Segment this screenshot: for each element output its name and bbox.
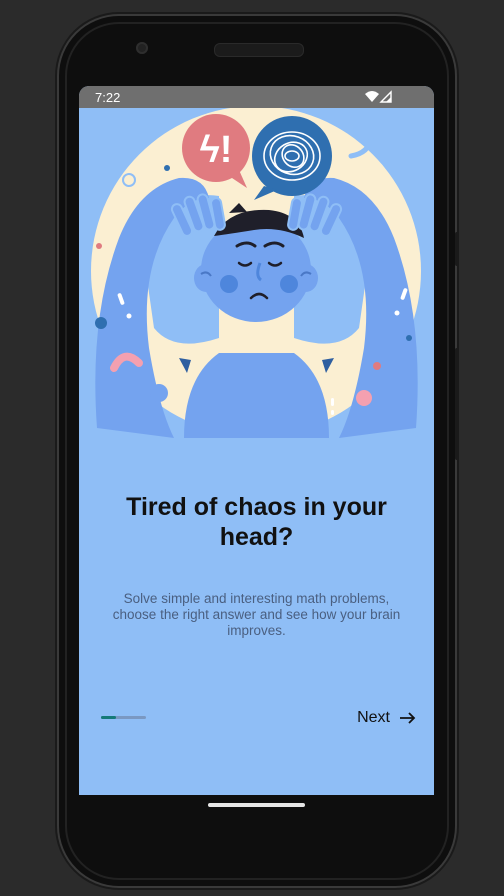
- volume-button: [455, 348, 459, 460]
- body: [184, 353, 329, 438]
- stressed-person-illustration: ϟ!: [79, 108, 434, 458]
- progress-indicator-fill: [101, 716, 116, 719]
- onboarding-progress-indicator: [101, 716, 146, 719]
- onboarding-title: Tired of chaos in your head?: [126, 493, 387, 551]
- svg-text:ϟ!: ϟ!: [200, 129, 233, 171]
- home-indicator[interactable]: [208, 803, 305, 807]
- app-screen: 7:22 ϟ! Tired of chaos in your head? Sol…: [79, 86, 434, 795]
- status-bar: 7:22: [79, 86, 434, 108]
- next-button-label: Next: [357, 709, 390, 726]
- arrow-right-icon: [400, 712, 416, 724]
- next-button[interactable]: Next: [357, 706, 416, 730]
- front-camera: [136, 42, 148, 54]
- status-time: 7:22: [95, 90, 121, 105]
- earpiece-speaker: [214, 43, 304, 57]
- wifi-icon: [365, 91, 379, 102]
- device-frame-background: 7:22 ϟ! Tired of chaos in your head? Sol…: [0, 0, 504, 896]
- power-button: [455, 232, 459, 266]
- status-icons: [365, 90, 392, 103]
- onboarding-description: Solve simple and interesting math proble…: [112, 591, 401, 638]
